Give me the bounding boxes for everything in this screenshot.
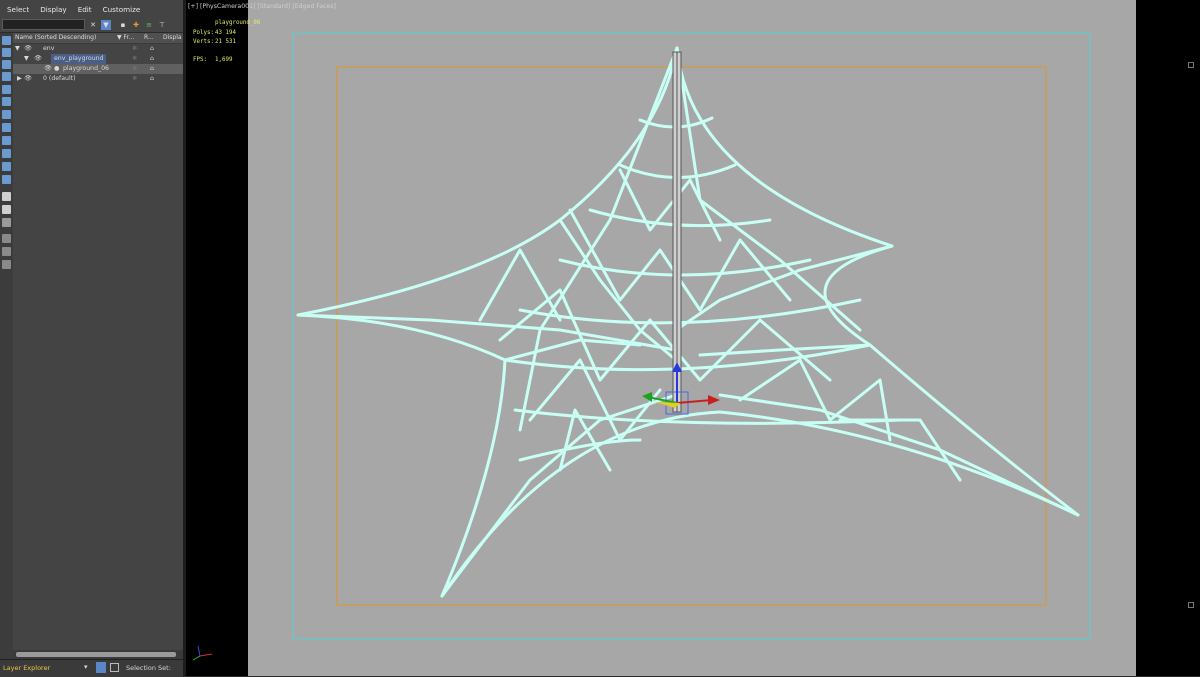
rope-climbing-net-wireframe[interactable]: [296, 46, 1080, 598]
center-mast: [672, 51, 682, 413]
world-axis-tripod-icon: [192, 645, 213, 661]
viewport-scene: [192, 32, 1091, 661]
